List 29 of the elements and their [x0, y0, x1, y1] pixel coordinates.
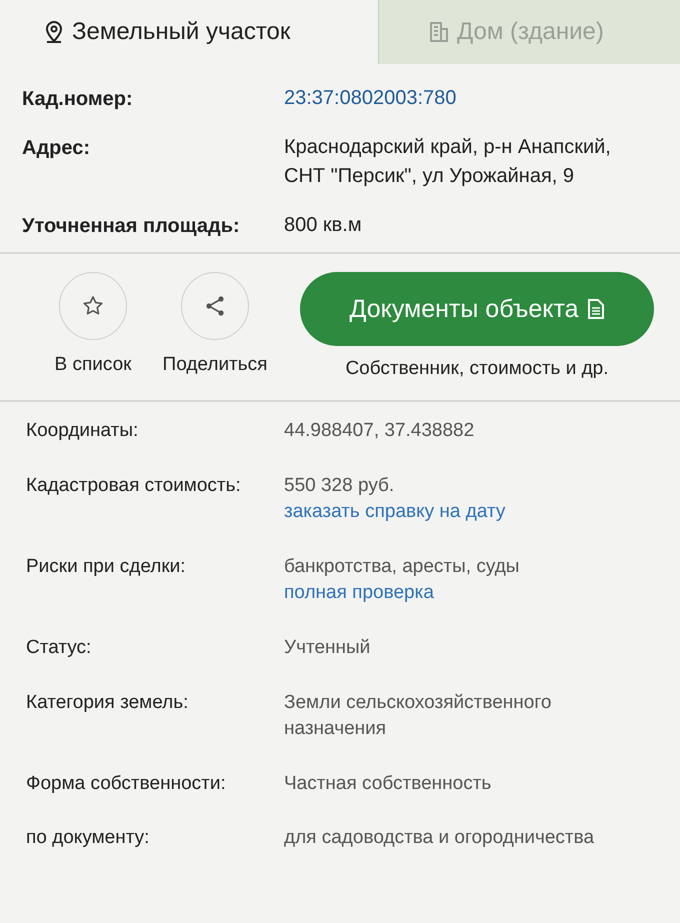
field-label: по документу: [26, 826, 150, 850]
action-label: В список [54, 354, 132, 376]
field-label: Адрес: [22, 137, 91, 160]
link[interactable]: заказать справку на дату [284, 499, 654, 526]
field-value: Земли сельскохозяйственного назначения [284, 690, 552, 742]
field-value: 44.988407, 37.438882 [284, 419, 476, 443]
pin-icon [44, 20, 64, 44]
field-label: Категория земель: [26, 690, 190, 715]
field-label: Кад.номер: [22, 88, 134, 111]
field-value: Краснодарский край, р-н Анапский, СНТ "Персик", ул Урожайная, 9 [284, 135, 612, 189]
field-value: 550 328 руб. [284, 474, 396, 498]
field-label: Уточненная площадь: [22, 215, 241, 238]
cadastral-number-link[interactable]: 23:37:0802003:780 [284, 84, 654, 113]
documents-button[interactable]: Документы объекта [300, 272, 654, 346]
field-value: 800 кв.м [284, 213, 363, 238]
field-value: банкротства, аресты, суды [284, 554, 520, 579]
documents-caption: Собственник, стоимость и др. [345, 358, 609, 380]
link[interactable]: полная проверка [284, 580, 654, 607]
building-icon [429, 20, 449, 44]
field-value: для садоводства и огородничества [284, 826, 596, 850]
document-icon [586, 298, 605, 320]
field-label: Статус: [26, 636, 92, 660]
field-label: Координаты: [26, 419, 140, 443]
field-label: Форма собственности: [26, 772, 227, 796]
action-label: Поделиться [162, 354, 268, 376]
field-value: Частная собственность [284, 772, 492, 796]
field-value: Учтенный [284, 636, 372, 660]
field-label: Кадастровая стоимость: [26, 474, 242, 498]
field-label: Риски при сделки: [26, 554, 187, 579]
